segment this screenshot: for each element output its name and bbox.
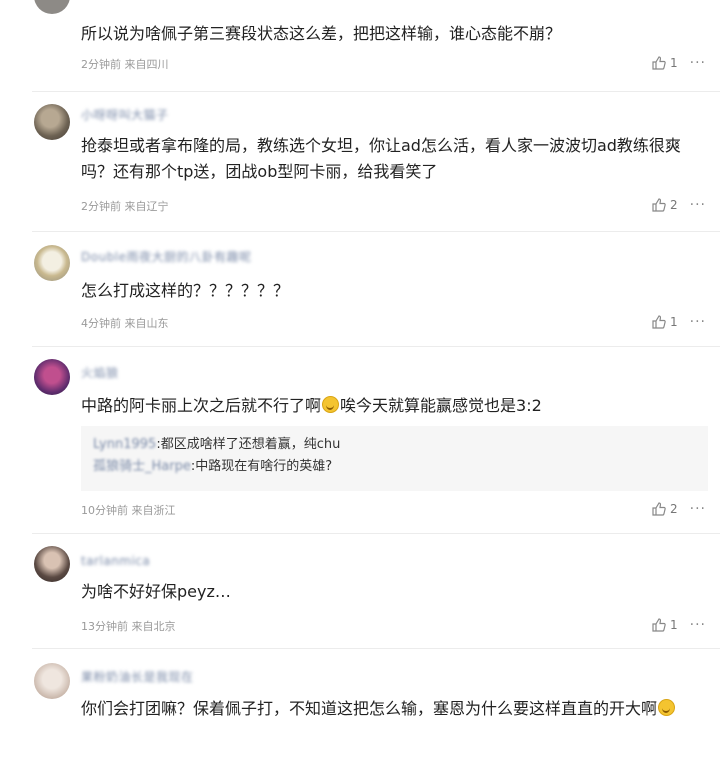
like-button[interactable]: 2 (652, 502, 678, 516)
comment-meta: 2分钟前 来自辽宁 (81, 200, 169, 213)
reply-text: :中路现在有啥行的英雄? (190, 459, 333, 474)
comment-actions: 1 ··· (652, 55, 706, 71)
avatar[interactable] (34, 359, 70, 395)
reply-item: 孤狼骑士_Harpe:中路现在有啥行的英雄? (93, 456, 696, 478)
avatar[interactable] (34, 546, 70, 582)
avatar[interactable] (34, 663, 70, 699)
comment-text-part: 唉今天就算能赢感觉也是3:2 (340, 396, 542, 415)
comment-username[interactable]: 小呀呀叫大猫子 (81, 106, 169, 123)
reply-username[interactable]: Lynn1995 (93, 437, 156, 452)
like-count: 1 (670, 618, 678, 632)
comment-text-part: 中路的阿卡丽上次之后就不行了啊 (81, 396, 322, 415)
thumbs-up-icon (652, 618, 666, 632)
like-count: 2 (670, 198, 678, 212)
reply-text: :都区成啥样了还想着赢，纯chu (156, 437, 341, 452)
comment-text: 抢泰坦或者拿布隆的局，教练选个女坦，你让ad怎么活，看人家一波波切ad教练很爽吗… (81, 136, 681, 181)
more-icon[interactable]: ··· (690, 197, 706, 213)
comment-item: 火焰狼 中路的阿卡丽上次之后就不行了啊 唉今天就算能赢感觉也是3:2 Lynn19… (0, 347, 720, 534)
laughing-emoji-icon (322, 396, 340, 413)
like-button[interactable]: 1 (652, 618, 678, 632)
comment-text: 怎么打成这样的？？？？？？ (81, 281, 290, 300)
comment-actions: 1 ··· (652, 617, 706, 633)
comment-username[interactable]: 火焰狼 (81, 364, 119, 381)
thumbs-up-icon (652, 315, 666, 329)
comment-text: 所以说为啥佩子第三赛段状态这么差，把把这样输，谁心态能不崩？ (81, 24, 562, 43)
comment-item: 所以说为啥佩子第三赛段状态这么差，把把这样输，谁心态能不崩？ 2分钟前 来自四川… (0, 0, 720, 92)
thumbs-up-icon (652, 56, 666, 70)
like-count: 1 (670, 56, 678, 70)
more-icon[interactable]: ··· (690, 501, 706, 517)
comment-actions: 2 ··· (652, 197, 706, 213)
comment-text-part: 你们会打团嘛？保着佩子打，不知道这把怎么输，塞恩为什么要这样直直的开大啊 (81, 699, 658, 718)
comment-actions: 1 ··· (652, 314, 706, 330)
comment-text: 为啥不好好保peyz… (81, 582, 231, 601)
more-icon[interactable]: ··· (690, 314, 706, 330)
avatar[interactable] (34, 104, 70, 140)
avatar[interactable] (34, 0, 70, 14)
comment-text: 你们会打团嘛？保着佩子打，不知道这把怎么输，塞恩为什么要这样直直的开大啊 (81, 696, 702, 722)
comment-username[interactable]: tarlanmica (81, 554, 150, 568)
comment-meta: 4分钟前 来自山东 (81, 317, 169, 330)
like-button[interactable]: 2 (652, 198, 678, 212)
like-button[interactable]: 1 (652, 315, 678, 329)
like-button[interactable]: 1 (652, 56, 678, 70)
thumbs-up-icon (652, 198, 666, 212)
comment-meta: 10分钟前 来自浙江 (81, 504, 176, 517)
comment-actions: 2 ··· (652, 501, 706, 517)
comment-item: 小呀呀叫大猫子 抢泰坦或者拿布隆的局，教练选个女坦，你让ad怎么活，看人家一波波… (0, 92, 720, 230)
thumbs-up-icon (652, 502, 666, 516)
more-icon[interactable]: ··· (690, 55, 706, 71)
reply-preview[interactable]: Lynn1995:都区成啥样了还想着赢，纯chu 孤狼骑士_Harpe:中路现在… (81, 426, 708, 491)
comment-username[interactable]: 果粉奶油长是我现在 (81, 668, 194, 685)
comment-item: Double雨夜大厨的八卦有趣呢 怎么打成这样的？？？？？？ 4分钟前 来自山东… (0, 232, 720, 346)
like-count: 2 (670, 502, 678, 516)
reply-item: Lynn1995:都区成啥样了还想着赢，纯chu (93, 434, 696, 456)
more-icon[interactable]: ··· (690, 617, 706, 633)
comment-text: 中路的阿卡丽上次之后就不行了啊 唉今天就算能赢感觉也是3:2 (81, 393, 702, 419)
comment-username[interactable]: Double雨夜大厨的八卦有趣呢 (81, 248, 252, 265)
comment-item: tarlanmica 为啥不好好保peyz… 13分钟前 来自北京 1 ··· (0, 534, 720, 648)
comment-meta: 13分钟前 来自北京 (81, 620, 176, 633)
avatar[interactable] (34, 245, 70, 281)
reply-username[interactable]: 孤狼骑士_Harpe (93, 459, 191, 474)
laughing-emoji-icon (658, 699, 676, 716)
like-count: 1 (670, 315, 678, 329)
comment-item: 果粉奶油长是我现在 你们会打团嘛？保着佩子打，不知道这把怎么输，塞恩为什么要这样… (0, 649, 720, 761)
comment-meta: 2分钟前 来自四川 (81, 58, 169, 71)
